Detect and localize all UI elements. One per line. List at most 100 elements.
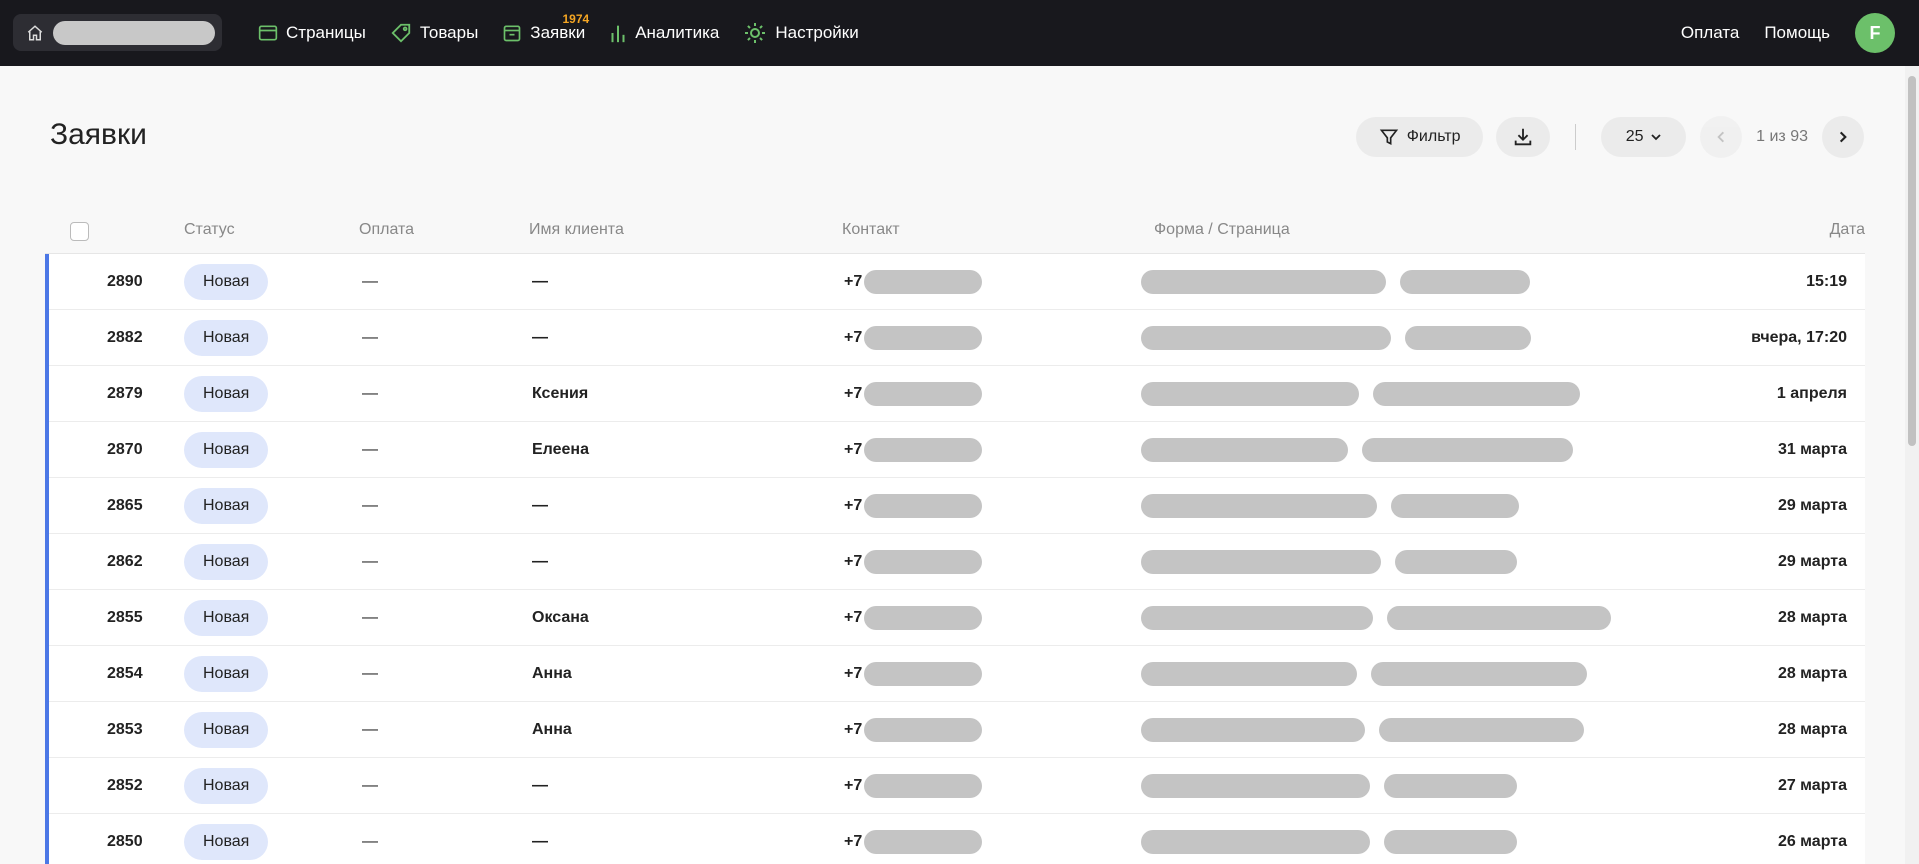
status-cell: Новая (184, 702, 269, 758)
prev-page-button[interactable] (1700, 116, 1743, 158)
redacted-page (1391, 494, 1519, 518)
table-row[interactable]: 2853 Новая — Анна +7 28 марта (49, 702, 1865, 758)
avatar[interactable]: F (1855, 13, 1895, 53)
redacted-phone (864, 830, 983, 854)
date-value: 28 марта (1777, 721, 1847, 738)
client-name: Елеена (532, 441, 589, 458)
table-row[interactable]: 2882 Новая — — +7 вчера, 17:20 (49, 310, 1865, 366)
form-page-cell (1141, 646, 1587, 702)
client-name: — (532, 553, 548, 570)
bar-chart-icon (611, 25, 625, 43)
form-page-cell (1141, 702, 1584, 758)
phone-prefix: +7 (844, 441, 863, 458)
request-id: 2854 (107, 665, 143, 682)
redacted-page (1384, 774, 1517, 798)
status-badge[interactable]: Новая (184, 544, 269, 580)
status-badge[interactable]: Новая (184, 600, 269, 636)
download-icon (1514, 128, 1532, 146)
date-value: 27 марта (1777, 777, 1847, 794)
client-name: Ксения (532, 385, 589, 402)
status-badge[interactable]: Новая (184, 656, 269, 692)
nav-label: Заявки (530, 23, 586, 42)
page-title: Заявки (50, 118, 147, 151)
nav-item-pages[interactable]: Страницы (246, 0, 378, 66)
nav-item-products[interactable]: Товары (378, 0, 490, 66)
client-name: Анна (532, 665, 572, 682)
page-indicator: 1 из 93 (1756, 128, 1808, 145)
filter-button[interactable]: Фильтр (1356, 117, 1484, 157)
header-client[interactable]: Имя клиента (529, 221, 624, 239)
redacted-page (1384, 830, 1517, 854)
redacted-page (1387, 606, 1611, 630)
redacted-form (1141, 718, 1365, 742)
client-name: Оксана (532, 609, 589, 626)
status-badge[interactable]: Новая (184, 432, 269, 468)
header-status[interactable]: Статус (184, 221, 235, 239)
status-badge[interactable]: Новая (184, 376, 269, 412)
scrollbar[interactable] (1905, 66, 1919, 864)
top-navigation-bar: Страницы Товары Заявки 1974 Аналитика На… (0, 0, 1919, 66)
scrollbar-thumb[interactable] (1908, 76, 1916, 446)
date-value: 28 марта (1777, 609, 1847, 626)
status-badge[interactable]: Новая (184, 488, 269, 524)
status-badge[interactable]: Новая (184, 824, 269, 860)
table-row[interactable]: 2850 Новая — — +7 26 марта (49, 814, 1865, 864)
nav-item-analytics[interactable]: Аналитика (597, 0, 731, 66)
contact-cell: +7 (844, 254, 983, 310)
site-selector[interactable] (13, 14, 222, 51)
help-link[interactable]: Помощь (1764, 23, 1830, 43)
form-page-cell (1141, 814, 1517, 864)
status-badge[interactable]: Новая (184, 768, 269, 804)
request-id: 2879 (107, 385, 143, 402)
redacted-phone (864, 326, 983, 350)
filter-label: Фильтр (1406, 128, 1461, 145)
header-form[interactable]: Форма / Страница (1154, 221, 1290, 239)
status-badge[interactable]: Новая (184, 264, 269, 300)
redacted-form (1141, 438, 1348, 462)
table-row[interactable]: 2890 Новая — — +7 15:19 (49, 254, 1865, 310)
payment-value: — (362, 609, 378, 626)
contact-cell: +7 (844, 758, 983, 814)
date-value: 31 марта (1777, 441, 1847, 458)
redacted-page (1362, 438, 1573, 462)
table-row[interactable]: 2852 Новая — — +7 27 марта (49, 758, 1865, 814)
header-contact[interactable]: Контакт (842, 221, 900, 239)
form-page-cell (1141, 254, 1530, 310)
request-id: 2890 (107, 273, 143, 290)
header-payment[interactable]: Оплата (359, 221, 414, 239)
select-all-checkbox[interactable] (70, 222, 89, 241)
request-id: 2865 (107, 497, 143, 514)
chevron-left-icon (1717, 131, 1725, 143)
nav-item-settings[interactable]: Настройки (731, 0, 870, 66)
client-name: — (532, 833, 548, 850)
redacted-form (1141, 606, 1373, 630)
download-button[interactable] (1496, 117, 1551, 157)
header-date[interactable]: Дата (1830, 221, 1865, 239)
next-page-button[interactable] (1822, 116, 1864, 158)
contact-cell: +7 (844, 310, 983, 366)
table-row[interactable]: 2870 Новая — Елеена +7 31 марта (49, 422, 1865, 478)
table-row[interactable]: 2879 Новая — Ксения +7 1 апреля (49, 366, 1865, 422)
table-row[interactable]: 2862 Новая — — +7 29 марта (49, 534, 1865, 590)
date-value: 1 апреля (1776, 385, 1847, 402)
request-id: 2855 (107, 609, 143, 626)
status-badge[interactable]: Новая (184, 320, 269, 356)
redacted-phone (864, 774, 983, 798)
contact-cell: +7 (844, 422, 983, 478)
per-page-select[interactable]: 25 (1601, 117, 1687, 157)
payment-link[interactable]: Оплата (1681, 23, 1739, 43)
status-badge[interactable]: Новая (184, 712, 269, 748)
phone-prefix: +7 (844, 777, 863, 794)
home-icon[interactable] (25, 23, 45, 43)
phone-prefix: +7 (844, 665, 863, 682)
table-row[interactable]: 2855 Новая — Оксана +7 28 марта (49, 590, 1865, 646)
per-page-value: 25 (1625, 128, 1644, 145)
table-header: Статус Оплата Имя клиента Контакт Форма … (45, 207, 1865, 254)
filter-icon (1379, 129, 1398, 146)
client-name: Анна (532, 721, 572, 738)
table-row[interactable]: 2854 Новая — Анна +7 28 марта (49, 646, 1865, 702)
table-row[interactable]: 2865 Новая — — +7 29 марта (49, 478, 1865, 534)
nav-item-requests[interactable]: Заявки 1974 (490, 0, 597, 66)
payment-value: — (362, 497, 378, 514)
redacted-form (1141, 662, 1357, 686)
